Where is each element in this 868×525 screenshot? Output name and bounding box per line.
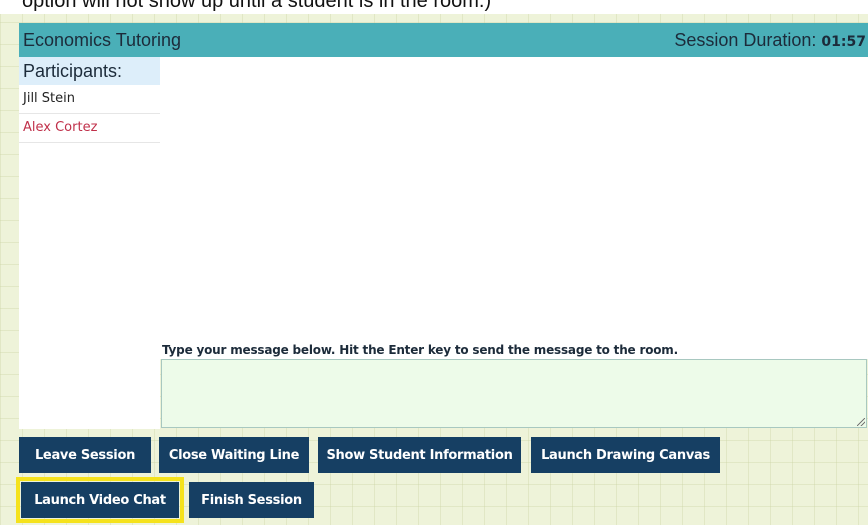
instruction-caption: option will not show up until a student … — [0, 0, 868, 14]
participant-item[interactable]: Jill Stein — [19, 85, 160, 114]
participants-heading: Participants: — [19, 57, 160, 85]
chat-messages-area[interactable] — [160, 57, 868, 340]
participant-name: Jill Stein — [23, 91, 75, 106]
resize-grip-icon[interactable] — [857, 418, 865, 426]
session-header: Economics Tutoring Session Duration: 01:… — [19, 23, 868, 57]
leave-session-button[interactable]: Leave Session — [19, 437, 151, 473]
message-instructions: Type your message below. Hit the Enter k… — [160, 340, 868, 359]
participant-name: Alex Cortez — [23, 120, 98, 135]
participant-item[interactable]: Alex Cortez — [19, 114, 160, 143]
highlight-box — [16, 477, 184, 523]
finish-session-button[interactable]: Finish Session — [189, 482, 314, 518]
session-duration: Session Duration: 01:57 — [674, 30, 866, 51]
participants-panel: Participants: Jill Stein Alex Cortez — [19, 57, 160, 429]
message-input[interactable] — [161, 359, 867, 428]
show-student-information-button[interactable]: Show Student Information — [318, 437, 521, 473]
session-duration-label: Session Duration: — [674, 29, 817, 50]
session-title: Economics Tutoring — [23, 29, 182, 50]
close-waiting-line-button[interactable]: Close Waiting Line — [159, 437, 309, 473]
launch-drawing-canvas-button[interactable]: Launch Drawing Canvas — [531, 437, 720, 473]
session-duration-value: 01:57 — [821, 33, 866, 50]
